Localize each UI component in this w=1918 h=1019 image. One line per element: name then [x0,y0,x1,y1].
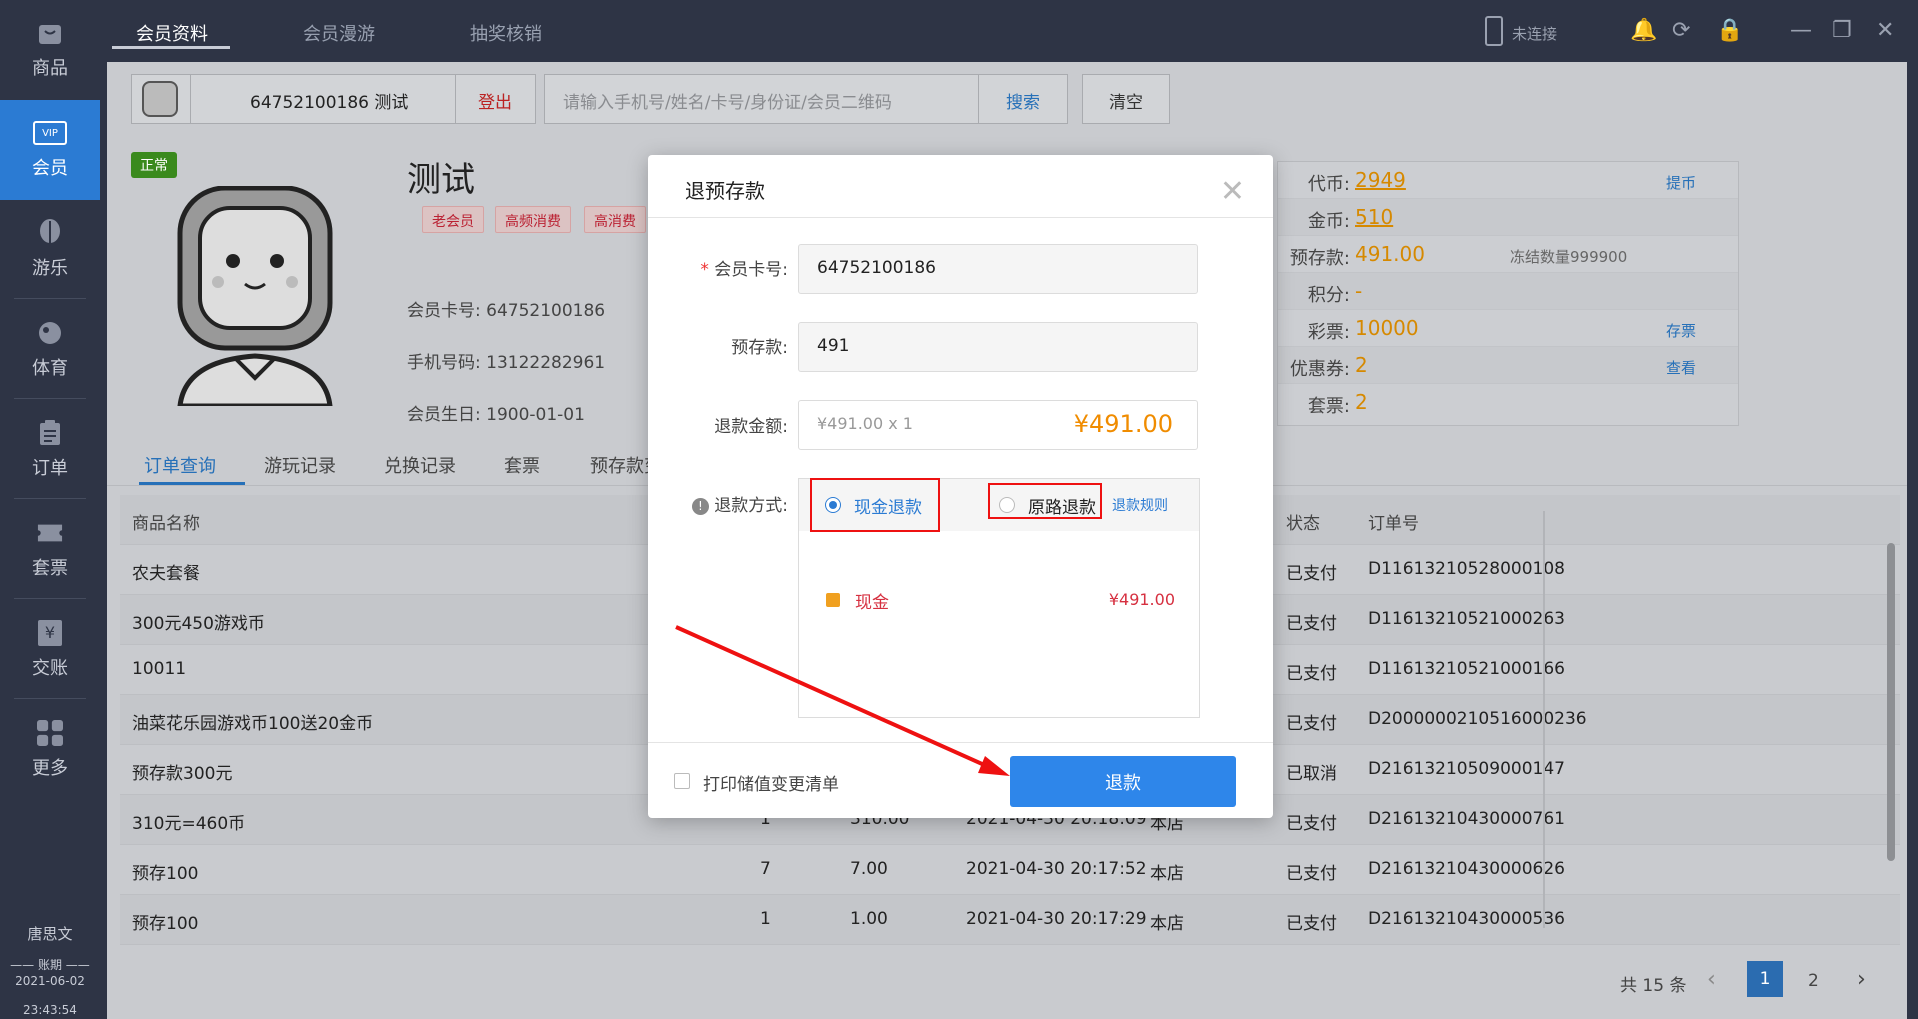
annotation-arrow [675,625,1010,776]
